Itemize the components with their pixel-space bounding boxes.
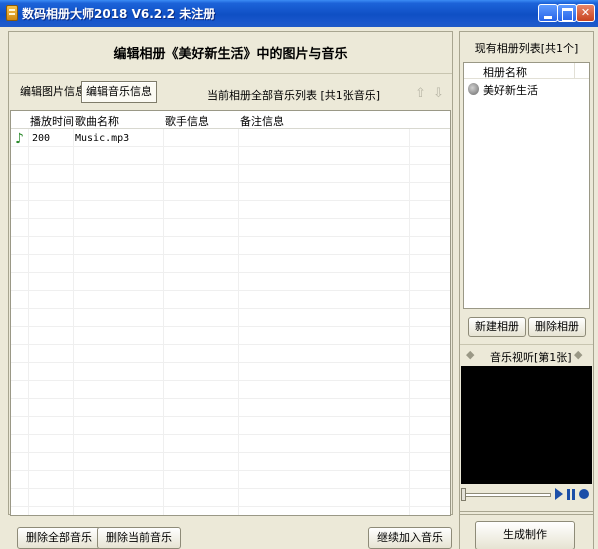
music-preview-label: 音乐视听[第1张] <box>490 351 572 364</box>
album-name-column[interactable]: 相册名称 <box>483 64 527 80</box>
editor-panel: 编辑相册《美好新生活》中的图片与音乐 编辑图片信息 编辑音乐信息 当前相册全部音… <box>8 31 453 516</box>
column-header-time[interactable]: 播放时间 <box>30 113 74 129</box>
cell-song-name: Music.mp3 <box>75 133 130 144</box>
album-list-header: 相册名称 <box>464 63 589 79</box>
move-up-icon[interactable]: ⇧ <box>415 86 426 101</box>
music-preview-header: ◆ 音乐视听[第1张] ◆ <box>460 344 593 364</box>
app-icon <box>6 5 18 21</box>
continue-add-music-button[interactable]: 继续加入音乐 <box>368 527 452 549</box>
next-icon[interactable]: ◆ <box>574 348 582 361</box>
seek-bar[interactable] <box>463 493 551 497</box>
album-item-label: 美好新生活 <box>483 84 538 97</box>
delete-current-music-button[interactable]: 删除当前音乐 <box>97 527 181 549</box>
seek-handle[interactable] <box>461 488 466 501</box>
cell-time: 200 <box>32 133 51 144</box>
column-header-note[interactable]: 备注信息 <box>240 113 284 129</box>
column-header-artist[interactable]: 歌手信息 <box>165 113 209 129</box>
table-row[interactable]: ♪ 200 Music.mp3 <box>11 131 450 149</box>
column-header-song[interactable]: 歌曲名称 <box>75 113 119 129</box>
album-list[interactable]: 相册名称 美好新生活 <box>463 62 590 309</box>
music-list-title: 当前相册全部音乐列表 [共1张音乐] <box>207 89 381 102</box>
delete-all-music-button[interactable]: 删除全部音乐 <box>17 527 101 549</box>
table-header: 播放时间 歌曲名称 歌手信息 备注信息 <box>11 111 450 129</box>
move-down-icon[interactable]: ⇩ <box>433 86 444 101</box>
previous-icon[interactable]: ◆ <box>466 348 474 361</box>
maximize-button[interactable] <box>557 4 577 22</box>
album-disc-icon <box>468 83 479 95</box>
close-button[interactable]: ✕ <box>576 4 595 22</box>
list-item[interactable]: 美好新生活 <box>464 81 589 98</box>
tabs-row: 编辑图片信息 编辑音乐信息 当前相册全部音乐列表 [共1张音乐] ⇧ ⇩ <box>9 76 452 108</box>
new-album-button[interactable]: 新建相册 <box>468 317 526 337</box>
table-grid <box>11 111 450 515</box>
pause-icon[interactable] <box>567 489 575 500</box>
generate-area: 生成制作 <box>459 511 594 549</box>
player-controls <box>461 486 592 504</box>
tab-edit-pictures[interactable]: 编辑图片信息 <box>15 81 91 103</box>
stop-icon[interactable] <box>579 489 589 499</box>
play-icon[interactable] <box>555 488 563 500</box>
preview-screen <box>461 366 592 484</box>
title-bar: 数码相册大师2018 V6.2.2 未注册 ✕ <box>0 0 598 27</box>
editor-header: 编辑相册《美好新生活》中的图片与音乐 <box>9 32 452 74</box>
music-table[interactable]: 播放时间 歌曲名称 歌手信息 备注信息 ♪ 200 Music.mp3 <box>10 110 451 516</box>
album-panel: 现有相册列表[共1个] 相册名称 美好新生活 新建相册 删除相册 ◆ 音乐视听[… <box>459 31 594 515</box>
editor-header-title: 编辑相册《美好新生活》中的图片与音乐 <box>113 47 348 62</box>
music-note-icon: ♪ <box>15 131 24 147</box>
window-title: 数码相册大师2018 V6.2.2 未注册 <box>22 7 216 21</box>
tab-edit-music[interactable]: 编辑音乐信息 <box>81 81 157 103</box>
delete-album-button[interactable]: 删除相册 <box>528 317 586 337</box>
minimize-button[interactable] <box>538 4 558 22</box>
album-list-title: 现有相册列表[共1个] <box>474 42 579 55</box>
generate-button[interactable]: 生成制作 <box>475 521 575 549</box>
